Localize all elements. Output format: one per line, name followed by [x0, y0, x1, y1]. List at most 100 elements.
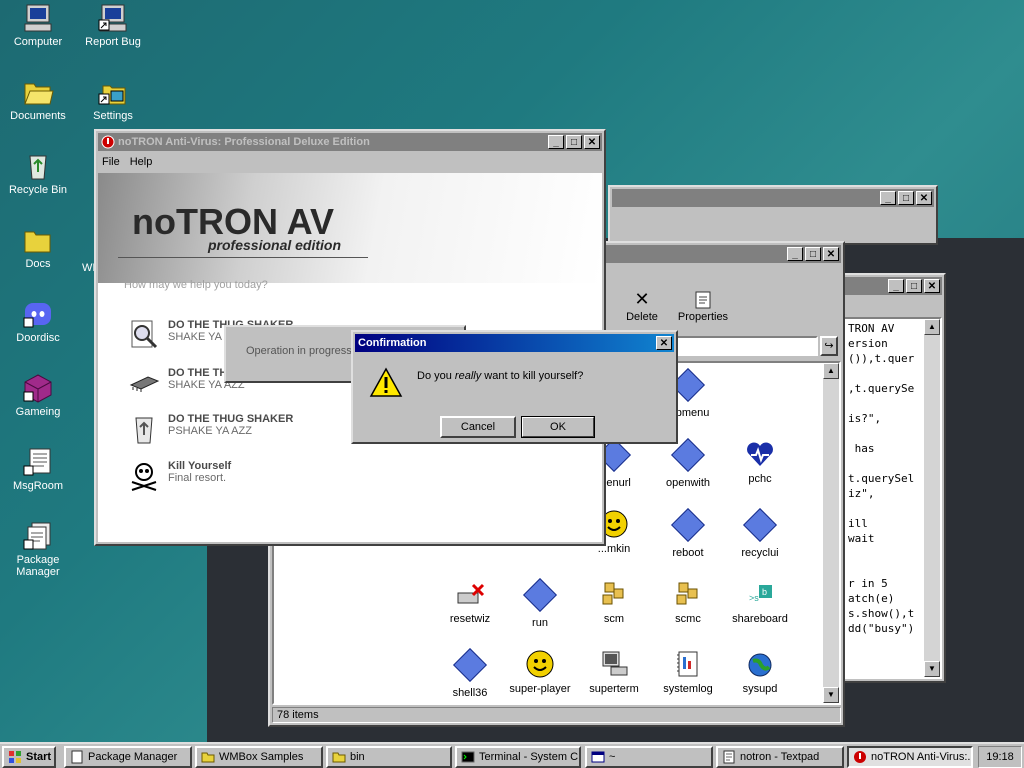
maximize-button[interactable]: □: [906, 279, 922, 293]
desktop-icon-docs[interactable]: Docs: [0, 224, 76, 270]
cancel-button[interactable]: Cancel: [440, 416, 516, 438]
av-app-icon: [853, 750, 867, 764]
desktop-icon-label: Package Manager: [16, 554, 60, 578]
file-item-shell36[interactable]: shell36: [432, 648, 508, 699]
task-home[interactable]: ~: [585, 746, 713, 768]
file-item-recyclui[interactable]: recyclui: [722, 508, 798, 559]
menu-help[interactable]: Help: [130, 156, 153, 168]
dialog-title: Confirmation: [358, 337, 427, 349]
task-label: ~: [609, 751, 616, 763]
package-manager-icon: [70, 750, 84, 764]
file-item-pchc[interactable]: pchc: [722, 439, 798, 485]
file-label: sysupd: [742, 683, 778, 695]
background-window-1[interactable]: _ □ ✕: [608, 185, 938, 245]
close-button[interactable]: ✕: [916, 191, 932, 205]
task-bin[interactable]: bin: [326, 746, 452, 768]
task-terminal[interactable]: Terminal - System C...: [455, 746, 581, 768]
ok-button[interactable]: OK: [521, 416, 595, 438]
folder-icon: [332, 750, 346, 764]
task-label: noTRON Anti-Virus:...: [871, 751, 973, 763]
desktop-icon-computer[interactable]: Computer: [0, 2, 76, 48]
av-item-subtitle: PSHAKE YA AZZ: [168, 425, 252, 437]
recycle-icon: [128, 413, 160, 445]
minimize-button[interactable]: _: [548, 135, 564, 149]
cubes-icon: [673, 579, 703, 609]
task-package-manager[interactable]: Package Manager: [64, 746, 192, 768]
toolbar-label: Delete: [626, 311, 658, 323]
desktop-icon-settings[interactable]: Settings: [75, 76, 151, 122]
close-button[interactable]: ✕: [823, 247, 839, 261]
maximize-button[interactable]: □: [566, 135, 582, 149]
svg-text:b: b: [762, 587, 767, 597]
scroll-down-arrow[interactable]: ▼: [924, 661, 940, 677]
start-button[interactable]: Start: [2, 746, 56, 768]
settings-icon: [97, 76, 129, 108]
recycle-bin-icon: [22, 150, 54, 182]
file-label: reboot: [672, 547, 704, 559]
close-button[interactable]: ✕: [656, 336, 672, 350]
desktop-icon-package-manager[interactable]: Package Manager: [0, 520, 76, 578]
scroll-up-arrow[interactable]: ▲: [924, 319, 940, 335]
file-item-scm[interactable]: scm: [576, 579, 652, 625]
package-manager-icon: [22, 520, 54, 552]
background-window-1-titlebar[interactable]: _ □ ✕: [612, 189, 934, 207]
maximize-button[interactable]: □: [805, 247, 821, 261]
av-item-subtitle: Final resort.: [168, 472, 227, 484]
minimize-button[interactable]: _: [880, 191, 896, 205]
folder-open-icon: [22, 76, 54, 108]
report-bug-icon: [97, 2, 129, 34]
textpad-editor[interactable]: TRON AV ersion ()),t.quer ,t.querySe is?…: [842, 317, 942, 679]
desktop-icon-recycle-bin[interactable]: Recycle Bin: [0, 150, 76, 196]
task-label: notron - Textpad: [740, 751, 820, 763]
desktop-icon-documents[interactable]: Documents: [0, 76, 76, 122]
task-textpad[interactable]: notron - Textpad: [716, 746, 844, 768]
file-item-sysupd[interactable]: sysupd: [722, 649, 798, 695]
desktop-icon-doordisc[interactable]: Doordisc: [0, 298, 76, 344]
scroll-down-arrow[interactable]: ▼: [823, 687, 839, 703]
dialog-titlebar[interactable]: Confirmation ✕: [355, 334, 674, 352]
system-clock[interactable]: 19:18: [978, 746, 1022, 768]
terminal-icon: [461, 750, 475, 764]
maximize-button[interactable]: □: [898, 191, 914, 205]
start-label: Start: [26, 751, 52, 763]
close-button[interactable]: ✕: [924, 279, 940, 293]
file-item-resetwiz[interactable]: resetwiz: [432, 579, 508, 625]
file-label: scmc: [675, 613, 701, 625]
file-item-systemlog[interactable]: systemlog: [650, 649, 726, 695]
confirmation-dialog[interactable]: Confirmation ✕ Do you really want to kil…: [351, 330, 678, 444]
file-item-reboot[interactable]: reboot: [650, 508, 726, 559]
computer-icon: [22, 2, 54, 34]
file-item-run[interactable]: run: [502, 578, 578, 629]
toolbar-delete-button[interactable]: ✕ Delete: [620, 289, 664, 323]
textpad-window[interactable]: _ □ ✕ TRON AV ersion ()),t.quer ,t.querySe…: [838, 273, 946, 683]
file-item-openwith[interactable]: openwith: [650, 438, 726, 489]
menu-file[interactable]: File: [102, 156, 120, 168]
chip-icon: [128, 367, 160, 399]
av-item-kill-yourself[interactable]: Kill Yourself Final resort.: [128, 460, 231, 492]
desktop-icon-msgroom[interactable]: MsgRoom: [0, 446, 76, 492]
textpad-scrollbar[interactable]: ▲ ▼: [924, 319, 940, 677]
go-arrow-icon[interactable]: ↪: [820, 336, 838, 356]
toolbar-properties-button[interactable]: Properties: [674, 289, 732, 323]
av-item-title: Kill Yourself: [168, 460, 232, 472]
file-item-superterm[interactable]: superterm: [576, 649, 652, 695]
minimize-button[interactable]: _: [888, 279, 904, 293]
av-item-thug-shaker-3[interactable]: DO THE THUG SHAKER PSHAKE YA AZZ: [128, 413, 293, 445]
av-item-title: DO THE THUG SHAKER: [168, 413, 294, 425]
file-item-superplayer[interactable]: super-player: [502, 649, 578, 695]
file-view-scrollbar[interactable]: ▲ ▼: [823, 363, 839, 703]
close-button[interactable]: ✕: [584, 135, 600, 149]
status-bar: 78 items: [272, 707, 841, 723]
file-item-scmc[interactable]: scmc: [650, 579, 726, 625]
file-item-shareboard[interactable]: b >s shareboard: [722, 579, 798, 625]
scroll-up-arrow[interactable]: ▲: [823, 363, 839, 379]
av-titlebar[interactable]: noTRON Anti-Virus: Professional Deluxe E…: [98, 133, 602, 151]
task-wmbox-samples[interactable]: WMBox Samples: [195, 746, 323, 768]
minimize-button[interactable]: _: [787, 247, 803, 261]
desktop-icon-label: MsgRoom: [12, 480, 64, 492]
desktop-icon-report-bug[interactable]: Report Bug: [75, 2, 151, 48]
message-part: want to kill yourself?: [481, 370, 584, 382]
task-notron-av[interactable]: noTRON Anti-Virus:...: [847, 746, 973, 768]
desktop-icon-gameing[interactable]: Gameing: [0, 372, 76, 418]
textpad-titlebar[interactable]: _ □ ✕: [842, 277, 942, 295]
